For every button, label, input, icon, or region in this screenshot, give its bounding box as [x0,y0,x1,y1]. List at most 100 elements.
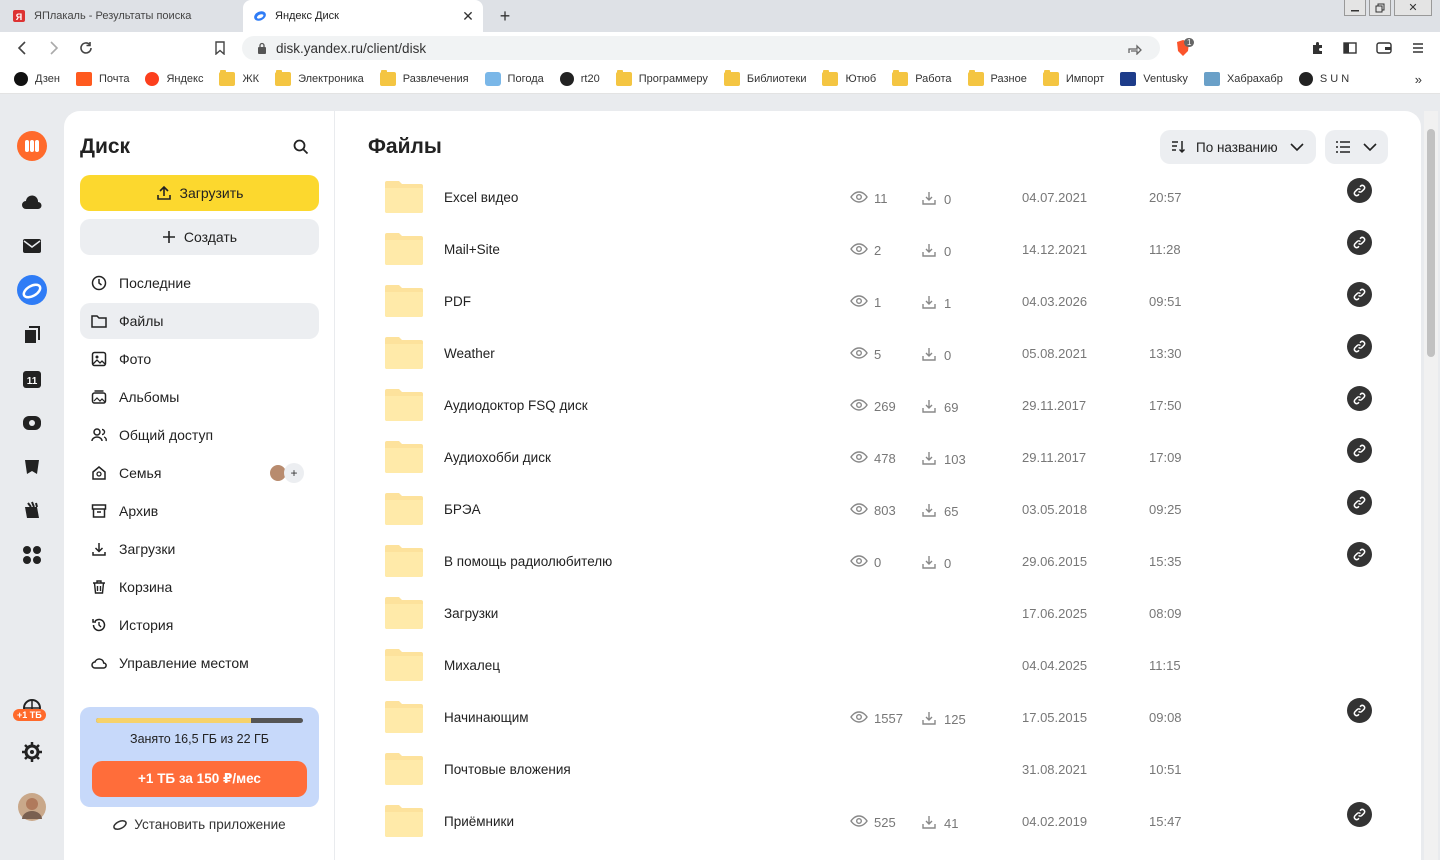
file-name[interactable]: Михалец [444,658,500,673]
nav-item-downloads[interactable]: Загрузки [80,531,319,567]
scrollbar-thumb[interactable] [1427,129,1435,357]
bookmarks-overflow-button[interactable]: » [1415,72,1422,87]
file-name[interactable]: Почтовые вложения [444,762,571,777]
share-link-icon[interactable] [1347,178,1372,203]
create-button[interactable]: Создать [80,219,319,255]
nav-item-shared[interactable]: Общий доступ [80,417,319,453]
bookmark-ventusky[interactable]: Ventusky [1120,71,1188,86]
tab-yaplakal[interactable]: Я ЯПлакаль - Результаты поиска [0,0,242,32]
bookmark-pochta[interactable]: Почта [75,71,129,86]
bookmark-folder-import[interactable]: Импорт [1042,69,1104,86]
minimize-button[interactable] [1344,0,1366,16]
forward-button[interactable] [46,40,62,56]
disk-service-icon[interactable] [16,274,48,306]
file-name[interactable]: Weather [444,346,495,361]
nav-item-photo[interactable]: Фото [80,341,319,377]
nav-item-albums[interactable]: Альбомы [80,379,319,415]
file-name[interactable]: PDF [444,294,471,309]
nav-item-family[interactable]: Семья + [80,455,319,491]
share-link-icon[interactable] [1347,386,1372,411]
settings-gear-icon[interactable] [16,736,48,768]
file-name[interactable]: БРЭА [444,502,481,517]
file-row[interactable]: В помощь радиолюбителю 0 0 29.06.2015 15:35 [335,539,1421,591]
share-link-icon[interactable] [1347,438,1372,463]
file-name[interactable]: Загрузки [444,606,498,621]
nav-item-files[interactable]: Файлы [80,303,319,339]
tab-close-icon[interactable]: ✕ [461,8,475,24]
nav-item-history[interactable]: История [80,607,319,643]
browser-menu-button[interactable] [1410,40,1426,56]
bookmark-folder-programmeru[interactable]: Программеру [615,69,708,86]
file-name[interactable]: В помощь радиолюбителю [444,554,612,569]
mail-service-icon[interactable] [16,230,48,262]
restore-button[interactable] [1369,0,1391,16]
bookmark-folder-zhk[interactable]: ЖК [219,69,259,86]
bookmark-pogoda[interactable]: Погода [484,71,544,86]
file-row[interactable]: Почтовые вложения 31.08.2021 10:51 [335,747,1421,799]
bookmark-folder-elektronika[interactable]: Электроника [275,69,364,86]
page-scrollbar[interactable] [1424,111,1438,860]
bookmark-yandex[interactable]: Яндекс [145,71,203,86]
sort-dropdown[interactable]: По названию [1160,130,1316,164]
share-link-icon[interactable] [1347,490,1372,515]
address-bar[interactable]: disk.yandex.ru/client/disk [242,36,1160,60]
bookmark-sun[interactable]: S U N [1298,71,1349,86]
wallet-button[interactable] [1376,40,1392,56]
file-row[interactable]: Excel видео 11 0 04.07.2021 20:57 [335,175,1421,227]
file-row[interactable]: PDF 1 1 04.03.2026 09:51 [335,279,1421,331]
nav-item-recent[interactable]: Последние [80,265,319,301]
file-row[interactable]: Аудиодоктор FSQ диск 269 69 29.11.2017 17:50 [335,383,1421,435]
share-button[interactable] [1127,40,1143,56]
install-app-link[interactable]: Установить приложение [64,817,334,832]
bookmark-folder-youtube[interactable]: Ютюб [822,69,876,86]
yandex-360-logo-icon[interactable] [16,130,48,162]
user-avatar[interactable] [16,791,48,823]
bookmark-dzen[interactable]: Дзен [14,71,60,86]
file-name[interactable]: Аудиохобби диск [444,450,551,465]
share-link-icon[interactable] [1347,230,1372,255]
bookmark-folder-rabota[interactable]: Работа [892,69,952,86]
nav-item-storage-management[interactable]: Управление местом [80,645,319,681]
new-tab-button[interactable]: + [495,6,515,26]
bookmark-folder-biblioteki[interactable]: Библиотеки [723,69,806,86]
file-row[interactable]: Михалец 04.04.2025 11:15 [335,643,1421,695]
upgrade-plan-icon[interactable]: +1 ТБ [13,692,48,724]
file-row[interactable]: Mail+Site 2 0 14.12.2021 11:28 [335,227,1421,279]
file-row[interactable]: Начинающим 1557 125 17.05.2015 09:08 [335,695,1421,747]
file-row[interactable]: Приёмники 525 41 04.02.2019 15:47 [335,799,1421,851]
buy-storage-button[interactable]: +1 ТБ за 150 ₽/мес [92,761,307,797]
bookmark-folder-raznoe[interactable]: Разное [967,69,1027,86]
sidebar-toggle-button[interactable] [1342,40,1358,56]
tab-yandex-disk[interactable]: Яндекс Диск ✕ [243,0,483,32]
telemost-service-icon[interactable] [16,407,48,439]
share-link-icon[interactable] [1347,334,1372,359]
file-row[interactable]: Аудиохобби диск 478 103 29.11.2017 17:09 [335,435,1421,487]
calendar-service-icon[interactable]: 11 [16,363,48,395]
notes-service-icon[interactable] [16,451,48,483]
reload-button[interactable] [78,40,94,56]
file-name[interactable]: Аудиодоктор FSQ диск [444,398,588,413]
nav-item-archive[interactable]: Архив [80,493,319,529]
share-link-icon[interactable] [1347,282,1372,307]
share-link-icon[interactable] [1347,542,1372,567]
add-family-member-button[interactable]: + [284,463,304,483]
file-name[interactable]: Начинающим [444,710,529,725]
file-row[interactable]: Загрузки 17.06.2025 08:09 [335,591,1421,643]
bookmark-rt20[interactable]: rt20 [559,71,600,86]
window-close-button[interactable]: ✕ [1394,0,1432,16]
bookmark-habr[interactable]: Хабрахабр [1203,71,1283,86]
file-row[interactable]: Weather 5 0 05.08.2021 13:30 [335,331,1421,383]
brave-shields-button[interactable]: 1 [1172,38,1195,56]
extensions-button[interactable] [1310,40,1326,56]
nav-item-trash[interactable]: Корзина [80,569,319,605]
bookmark-folder-razvlecheniya[interactable]: Развлечения [379,69,469,86]
documents-service-icon[interactable] [16,319,48,351]
file-name[interactable]: Excel видео [444,190,518,205]
upload-button[interactable]: Загрузить [80,175,319,211]
search-icon[interactable] [292,138,310,156]
cloud-service-icon[interactable] [16,186,48,218]
file-name[interactable]: Приёмники [444,814,514,829]
share-link-icon[interactable] [1347,698,1372,723]
all-services-icon[interactable] [16,539,48,571]
back-button[interactable] [14,40,30,56]
